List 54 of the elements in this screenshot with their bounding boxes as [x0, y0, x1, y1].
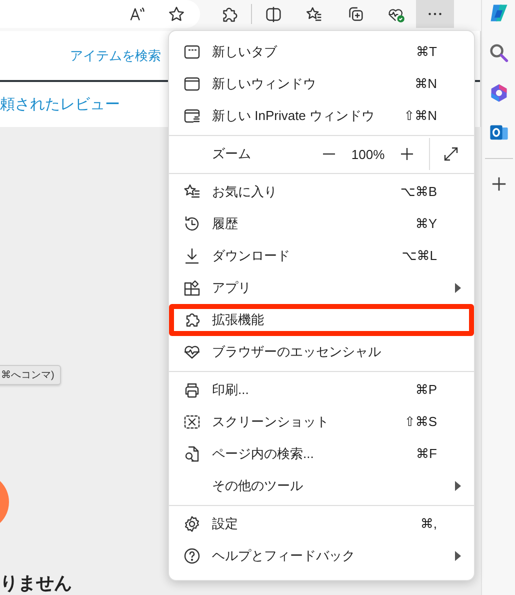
read-aloud-icon[interactable]: [128, 4, 147, 24]
shortcut-label: ⌥⌘B: [400, 184, 437, 200]
collections-icon[interactable]: [346, 4, 365, 24]
menu-item[interactable]: ブラウザーのエッセンシャル: [169, 336, 474, 368]
menu-item[interactable]: お気に入り ⌥⌘B: [169, 176, 474, 208]
menu-item[interactable]: 新しいウィンドウ ⌘N: [169, 68, 474, 100]
printer-icon: [183, 381, 201, 399]
shortcut-label: ⌘T: [416, 44, 437, 60]
shortcut-label: ⌘Y: [415, 216, 437, 232]
favorite-star-icon[interactable]: [167, 4, 186, 24]
menu-item[interactable]: その他のツール: [169, 470, 474, 502]
menu-item[interactable]: 履歴 ⌘Y: [169, 208, 474, 240]
search-items-link[interactable]: アイテムを検索: [70, 46, 161, 64]
tooltip: ⌘へコンマ): [0, 365, 62, 385]
history-icon: [183, 215, 201, 233]
favorites-icon[interactable]: [305, 4, 324, 24]
menu-item[interactable]: 設定 ⌘,: [169, 508, 474, 540]
download-icon: [183, 247, 201, 265]
menu-item[interactable]: ヘルプとフィードバック: [169, 540, 474, 572]
heartbeat-icon: [183, 343, 201, 361]
menu-item[interactable]: アプリ: [169, 272, 474, 304]
search-icon[interactable]: [488, 42, 510, 64]
zoom-value: 100%: [350, 146, 386, 162]
reviews-link[interactable]: 頼されたレビュー: [0, 95, 120, 114]
menu-item[interactable]: 新しいタブ ⌘T: [169, 36, 474, 68]
settings-icon: [183, 515, 201, 533]
shortcut-label: ⇧⌘N: [404, 108, 437, 124]
menu-item[interactable]: 新しい InPrivate ウィンドウ ⇧⌘N: [169, 100, 474, 132]
shortcut-label: ⌘P: [415, 382, 437, 398]
help-icon: [183, 547, 201, 565]
menu-item[interactable]: スクリーンショット ⇧⌘S: [169, 406, 474, 438]
shortcut-label: ⇧⌘S: [404, 414, 437, 430]
window-icon: [183, 75, 201, 93]
find-in-page-icon: [183, 445, 201, 463]
shortcut-label: ⌘N: [414, 76, 437, 92]
more-icon: [428, 12, 442, 16]
fullscreen-icon[interactable]: [442, 145, 460, 163]
menu-item[interactable]: ページ内の検索... ⌘F: [169, 438, 474, 470]
screenshot-icon: [183, 413, 201, 431]
heading: りません: [0, 572, 73, 594]
tab-icon: [183, 43, 201, 61]
menu-item[interactable]: ダウンロード ⌥⌘L: [169, 240, 474, 272]
shortcut-label: ⌥⌘L: [402, 248, 437, 264]
zoom-in-icon[interactable]: [398, 145, 416, 163]
puzzle-icon[interactable]: [220, 4, 239, 24]
zoom-label: ズーム: [212, 145, 252, 163]
apps-icon: [183, 279, 201, 297]
split-screen-icon[interactable]: [264, 4, 283, 24]
menu-item[interactable]: 拡張機能: [169, 304, 474, 336]
shortcut-label: ⌘,: [420, 516, 437, 532]
shortcut-label: ⌘F: [416, 446, 437, 462]
menu-item[interactable]: 印刷... ⌘P: [169, 374, 474, 406]
copilot-icon[interactable]: [488, 2, 510, 24]
private-window-icon: [183, 107, 201, 125]
